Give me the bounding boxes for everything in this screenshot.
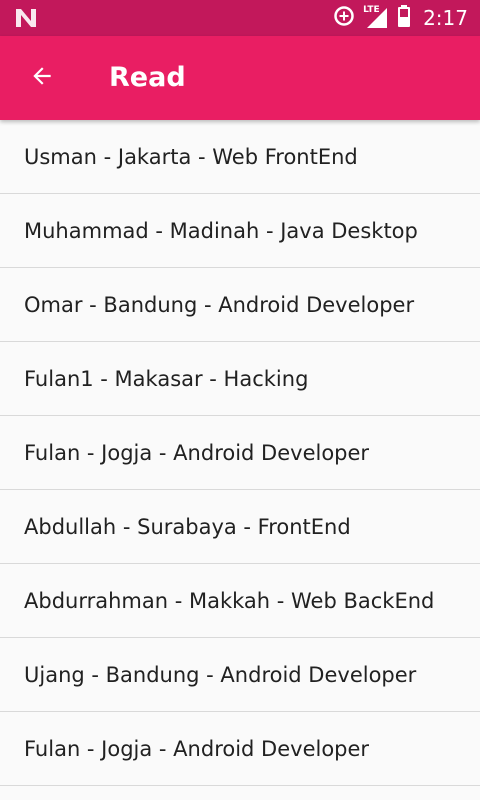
list-item-label: Fulan - Jogja - Android Developer xyxy=(24,440,370,465)
list-item-label: Abdurrahman - Makkah - Web BackEnd xyxy=(24,588,435,613)
notification-n-icon xyxy=(14,7,38,29)
signal-icon: LTE xyxy=(363,5,389,30)
page-title: Read xyxy=(109,62,186,93)
list-item-label: Fulan - Jogja - Android Developer xyxy=(24,736,370,761)
status-bar: LTE 2:17 xyxy=(0,0,480,36)
list-item[interactable]: Fulan - Jogja - Android Developer xyxy=(0,416,480,490)
list-item-label: Abdullah - Surabaya - FrontEnd xyxy=(24,514,351,539)
data-list: Usman - Jakarta - Web FrontEnd Muhammad … xyxy=(0,120,480,786)
list-item-label: Usman - Jakarta - Web FrontEnd xyxy=(24,144,358,169)
list-item[interactable]: Abdullah - Surabaya - FrontEnd xyxy=(0,490,480,564)
list-item-label: Fulan1 - Makasar - Hacking xyxy=(24,366,309,391)
list-item[interactable]: Fulan - Jogja - Android Developer xyxy=(0,712,480,786)
status-icons: LTE 2:17 xyxy=(333,0,468,36)
list-item[interactable]: Fulan1 - Makasar - Hacking xyxy=(0,342,480,416)
list-item[interactable]: Muhammad - Madinah - Java Desktop xyxy=(0,194,480,268)
list-item[interactable]: Usman - Jakarta - Web FrontEnd xyxy=(0,120,480,194)
status-time: 2:17 xyxy=(423,6,468,30)
back-button[interactable] xyxy=(24,60,60,96)
list-item-label: Omar - Bandung - Android Developer xyxy=(24,292,415,317)
app-bar: Read xyxy=(0,36,480,120)
data-saver-icon xyxy=(333,5,355,32)
list-item[interactable]: Omar - Bandung - Android Developer xyxy=(0,268,480,342)
battery-icon xyxy=(397,4,411,33)
network-type-label: LTE xyxy=(363,5,380,15)
list-item-label: Ujang - Bandung - Android Developer xyxy=(24,662,417,687)
list-item-label: Muhammad - Madinah - Java Desktop xyxy=(24,218,418,243)
list-item[interactable]: Ujang - Bandung - Android Developer xyxy=(0,638,480,712)
list-item[interactable]: Abdurrahman - Makkah - Web BackEnd xyxy=(0,564,480,638)
arrow-back-icon xyxy=(29,63,55,94)
